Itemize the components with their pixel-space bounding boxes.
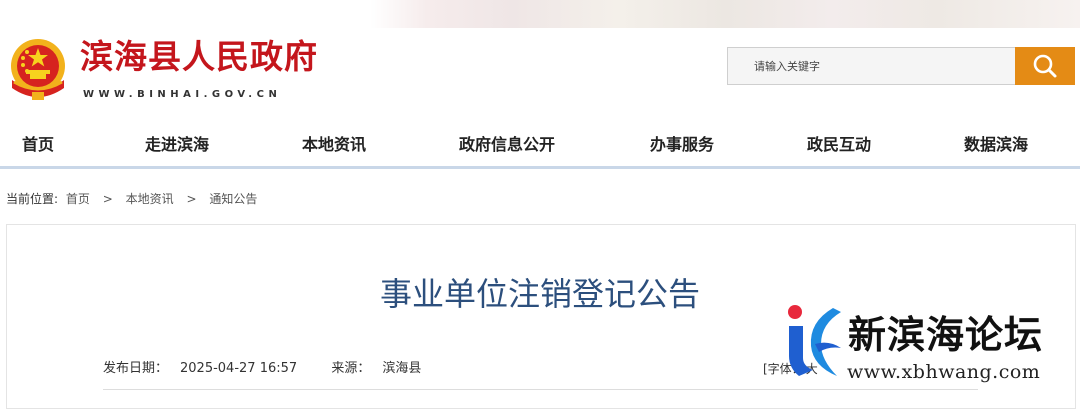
- watermark: 新滨海论坛 www.xbhwang.com: [785, 300, 1075, 400]
- breadcrumb-label: 当前位置:: [6, 192, 59, 206]
- article-meta: 发布日期： 2025-04-27 16:57 来源： 滨海县: [103, 360, 433, 378]
- search-input[interactable]: [727, 47, 1017, 85]
- breadcrumb: 当前位置: 首页 > 本地资讯 > 通知公告: [6, 189, 257, 209]
- source-label: 来源：: [331, 361, 371, 376]
- nav-item-gov-info[interactable]: 政府信息公开: [459, 132, 555, 158]
- forum-logo-icon: [788, 305, 841, 376]
- breadcrumb-link-home[interactable]: 首页: [66, 192, 90, 206]
- search-button[interactable]: [1015, 47, 1075, 85]
- nav-item-interaction[interactable]: 政民互动: [807, 132, 871, 158]
- search-icon: [1033, 54, 1057, 78]
- site-name[interactable]: 滨海县人民政府: [80, 34, 318, 80]
- source-value: 滨海县: [382, 361, 422, 376]
- main-nav: 首页 走进滨海 本地资讯 政府信息公开 办事服务 政民互动 数据滨海: [0, 124, 1080, 168]
- publish-date: 2025-04-27 16:57: [180, 361, 298, 376]
- breadcrumb-link-notices[interactable]: 通知公告: [209, 192, 257, 206]
- site-url: WWW.BINHAI.GOV.CN: [83, 89, 282, 100]
- watermark-url: www.xbhwang.com: [847, 361, 1041, 383]
- site-header: 滨海县人民政府 WWW.BINHAI.GOV.CN: [0, 0, 1080, 120]
- breadcrumb-separator: >: [186, 192, 197, 206]
- nav-divider: [0, 166, 1080, 169]
- national-emblem-icon: [11, 39, 65, 100]
- nav-item-about[interactable]: 走进滨海: [145, 132, 209, 158]
- breadcrumb-link-local-news[interactable]: 本地资讯: [126, 192, 174, 206]
- nav-item-local-news[interactable]: 本地资讯: [302, 132, 366, 158]
- publish-date-label: 发布日期：: [103, 361, 169, 376]
- breadcrumb-separator: >: [102, 192, 113, 206]
- header-banner-art: [370, 0, 1080, 30]
- nav-item-services[interactable]: 办事服务: [650, 132, 714, 158]
- nav-item-data[interactable]: 数据滨海: [964, 132, 1028, 158]
- watermark-name: 新滨海论坛: [848, 312, 1044, 357]
- nav-item-home[interactable]: 首页: [22, 132, 54, 158]
